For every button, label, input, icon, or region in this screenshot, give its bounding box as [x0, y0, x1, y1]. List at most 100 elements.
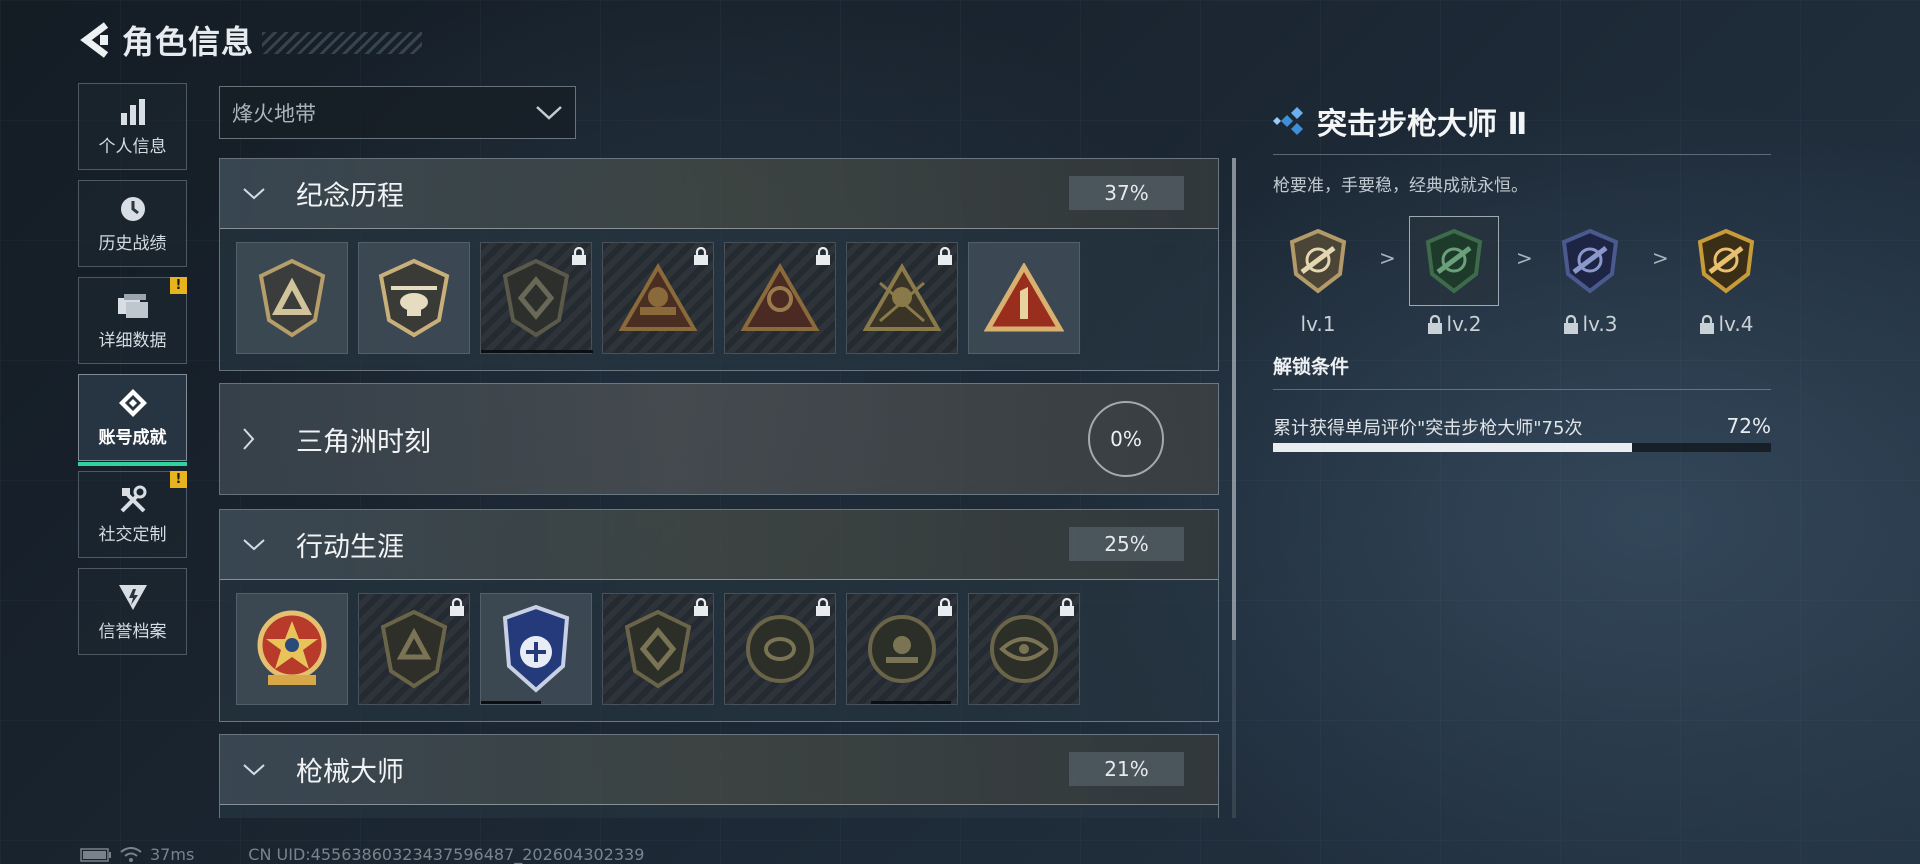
achievement-badge[interactable] [968, 242, 1080, 354]
tools-icon [117, 484, 149, 516]
chevron-right-icon [242, 427, 272, 451]
detail-description: 枪要准，手要稳，经典成就永恒。 [1273, 176, 1528, 196]
level-item[interactable]: lv.1 [1273, 216, 1363, 336]
divider [1273, 389, 1771, 390]
category-header[interactable]: 纪念历程 37% [220, 159, 1218, 229]
category-header[interactable]: 行动生涯 25% [220, 510, 1218, 580]
ping-text: 37ms [150, 845, 195, 864]
category-panel: 三角洲时刻 0% [219, 383, 1219, 495]
lock-icon [450, 598, 464, 616]
achievement-badge-locked[interactable] [358, 593, 470, 705]
level-item[interactable]: lv.3 [1545, 216, 1635, 336]
sidebar-item-label: 历史战绩 [98, 234, 167, 254]
achievement-badge[interactable] [236, 242, 348, 354]
battery-icon [80, 847, 111, 862]
sidebar-item-stats[interactable]: ! 详细数据 [78, 277, 187, 364]
level-label: lv.1 [1300, 312, 1336, 336]
sidebar-item-history[interactable]: 历史战绩 [78, 180, 187, 267]
category-header[interactable]: 三角洲时刻 0% [220, 384, 1218, 494]
triangle-portrait-badge-icon [740, 263, 820, 331]
diamond-cluster-icon [1273, 107, 1303, 135]
sidebar-item-profile[interactable]: 个人信息 [78, 83, 187, 170]
list-scrollbar[interactable] [1232, 158, 1236, 818]
season-select[interactable]: 烽火地带 [219, 86, 576, 139]
achievement-badge-locked[interactable] [602, 593, 714, 705]
unlock-condition: 累计获得单局评价"突击步枪大师"75次 72% [1273, 404, 1771, 452]
achievement-badge[interactable] [480, 593, 592, 705]
lock-icon [1563, 314, 1578, 334]
lock-icon [938, 247, 952, 265]
level-badge-frame[interactable] [1681, 216, 1771, 306]
unlock-condition-title: 解锁条件 [1273, 356, 1350, 378]
category-header[interactable]: 枪械大师 21% [220, 735, 1218, 805]
lock-icon [1699, 314, 1714, 334]
achievement-badge-locked[interactable] [602, 242, 714, 354]
lock-icon [694, 598, 708, 616]
category-name: 纪念历程 [296, 181, 404, 212]
category-name: 枪械大师 [296, 757, 404, 788]
lock-icon [816, 598, 830, 616]
status-bar: 37ms CN UID:45563860323437596487_2026043… [80, 845, 644, 864]
achievement-badge-locked[interactable] [480, 242, 593, 354]
level-badge-frame[interactable] [1273, 216, 1363, 306]
achievement-badge-locked[interactable] [846, 593, 958, 705]
folder-icon [117, 290, 149, 322]
condition-progress-bar [1273, 443, 1771, 452]
achievement-badge[interactable] [236, 593, 348, 705]
bar-chart-icon [117, 96, 149, 128]
achievement-badge[interactable] [358, 242, 470, 354]
wifi-icon [120, 846, 142, 862]
detail-header: 突击步枪大师 Ⅱ [1273, 96, 1771, 146]
triangle-number-one-badge-icon [984, 263, 1064, 332]
helicopter-badge-icon [378, 258, 450, 338]
category-progress: 21% [1069, 752, 1184, 786]
achievement-badge-locked[interactable] [724, 242, 836, 354]
category-progress-ring: 0% [1088, 401, 1164, 477]
back-button[interactable] [76, 18, 116, 62]
condition-progress-fill [1273, 443, 1632, 452]
chevron-down-icon [242, 538, 272, 552]
shield-emblem-badge-icon [380, 609, 448, 689]
round-emblem-badge-icon [746, 615, 814, 683]
achievement-badge-locked[interactable] [724, 593, 836, 705]
level-label: lv.4 [1681, 312, 1771, 336]
level-badge-frame-selected[interactable] [1409, 216, 1499, 306]
lock-icon [572, 247, 586, 265]
triangle-soldier-badge-icon [618, 263, 698, 331]
page-header: 角色信息 [76, 16, 423, 64]
level-arrow: > [1379, 246, 1396, 270]
triangle-soldier-badge-icon [862, 263, 942, 331]
sidebar-item-social[interactable]: ! 社交定制 [78, 471, 187, 558]
level-item[interactable]: lv.2 [1409, 216, 1499, 336]
rifle-shield-lv2-icon [1425, 228, 1483, 294]
sidebar-item-label: 信誉档案 [98, 622, 167, 642]
badge-row [220, 229, 1218, 370]
lock-icon [694, 247, 708, 265]
rifle-shield-lv3-icon [1561, 228, 1619, 294]
sidebar-item-label: 账号成就 [98, 428, 167, 448]
scrollbar-thumb[interactable] [1232, 158, 1236, 640]
chevron-down-icon [242, 187, 272, 201]
uid-text: CN UID:45563860323437596487_202604302339 [248, 845, 645, 864]
achievement-badge-locked[interactable] [968, 593, 1080, 705]
badge-row [220, 805, 1218, 818]
back-arrow-icon [80, 22, 109, 58]
achievement-badge-locked[interactable] [846, 242, 958, 354]
achievement-category-list: 纪念历程 37% 三角洲时刻 0% 行动生涯 25% 枪械大师 21% [219, 158, 1219, 818]
category-progress: 37% [1069, 176, 1184, 210]
achievement-detail-panel: 突击步枪大师 Ⅱ 枪要准，手要稳，经典成就永恒。 lv.1 > lv.2 > l… [1273, 96, 1771, 452]
detail-title: 突击步枪大师 Ⅱ [1317, 107, 1528, 142]
level-badge-frame[interactable] [1545, 216, 1635, 306]
lock-icon [1427, 314, 1442, 334]
category-panel: 行动生涯 25% [219, 509, 1219, 722]
round-eye-badge-icon [990, 615, 1058, 683]
condition-text: 累计获得单局评价"突击步枪大师"75次 [1273, 418, 1583, 439]
badge-row [220, 580, 1218, 721]
level-label: lv.3 [1545, 312, 1635, 336]
level-item[interactable]: lv.4 [1681, 216, 1771, 336]
sidebar-item-achievements[interactable]: 账号成就 [78, 374, 187, 466]
lock-icon [816, 247, 830, 265]
category-name: 行动生涯 [296, 532, 404, 563]
sidebar-item-reputation[interactable]: 信誉档案 [78, 568, 187, 655]
blue-shield-badge-icon [502, 604, 570, 693]
